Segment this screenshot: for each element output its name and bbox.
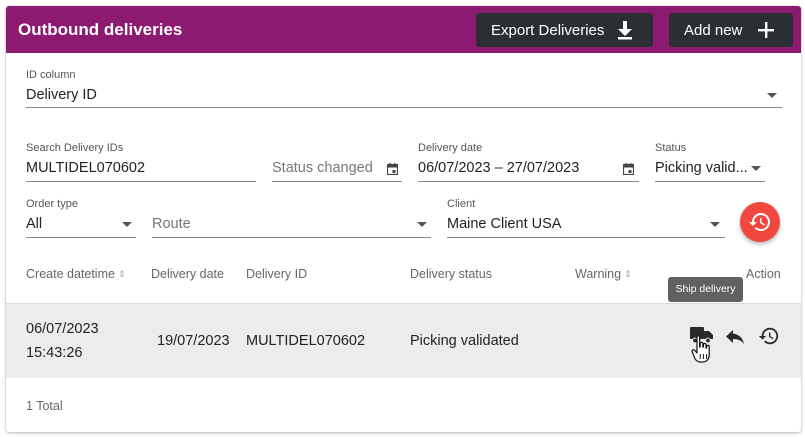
field-underline — [447, 237, 725, 238]
chevron-down-icon — [122, 222, 132, 227]
chevron-down-icon — [751, 166, 761, 171]
calendar-icon[interactable] — [623, 163, 634, 175]
chevron-down-icon — [767, 93, 777, 98]
history-icon — [749, 213, 770, 231]
calendar-icon[interactable] — [387, 163, 398, 175]
status-changed-placeholder: Status changed — [272, 160, 373, 176]
route-placeholder: Route — [152, 216, 191, 232]
plus-icon — [758, 22, 774, 38]
hand-cursor-icon — [691, 335, 710, 363]
id-column-value: Delivery ID — [26, 87, 97, 103]
page-title: Outbound deliveries — [18, 20, 183, 39]
panel-header: Outbound deliveries Export Deliveries Ad… — [6, 6, 801, 53]
export-deliveries-label: Export Deliveries — [491, 21, 605, 39]
history-icon[interactable] — [758, 325, 780, 347]
delivery-status-cell: Picking validated — [410, 333, 519, 349]
column-header-warning[interactable]: Warning ⇕ — [575, 267, 632, 281]
total-count: 1 Total — [26, 399, 63, 413]
delivery-date-label: Delivery date — [418, 142, 483, 154]
reply-icon[interactable] — [725, 329, 745, 345]
status-label: Status — [655, 142, 687, 154]
ship-delivery-tooltip: Ship delivery — [668, 277, 743, 302]
field-underline — [418, 181, 639, 182]
column-header-create-datetime[interactable]: Create datetime ⇕ — [26, 267, 125, 281]
download-icon — [618, 21, 632, 40]
field-underline — [272, 181, 402, 182]
chevron-down-icon — [710, 222, 720, 227]
client-value: Maine Client USA — [447, 216, 562, 232]
field-underline — [655, 181, 765, 182]
order-type-label: Order type — [26, 198, 78, 210]
chevron-down-icon — [417, 222, 427, 227]
delivery-date-cell: 19/07/2023 — [157, 333, 230, 349]
table-row[interactable]: 06/07/2023 15:43:26 19/07/2023 MULTIDEL0… — [6, 303, 801, 378]
search-ids-value: MULTIDEL070602 — [26, 160, 146, 176]
create-time-cell: 15:43:26 — [26, 345, 83, 361]
status-value: Picking valid... — [655, 160, 747, 176]
column-label: Create datetime — [26, 267, 115, 281]
search-ids-label: Search Delivery IDs — [26, 142, 124, 154]
column-label: Warning — [575, 267, 622, 281]
delivery-date-value: 06/07/2023 – 27/07/2023 — [418, 160, 580, 176]
sort-icon: ⇕ — [117, 269, 126, 279]
add-new-label: Add new — [684, 21, 743, 39]
field-underline — [26, 107, 782, 108]
column-header-delivery-status: Delivery status — [410, 267, 492, 281]
field-underline — [26, 237, 136, 238]
add-new-button[interactable]: Add new — [669, 13, 793, 47]
reset-filters-button[interactable] — [740, 202, 780, 242]
column-header-delivery-date: Delivery date — [151, 267, 224, 281]
delivery-id-cell: MULTIDEL070602 — [246, 333, 366, 349]
column-header-delivery-id: Delivery ID — [246, 267, 308, 281]
id-column-label: ID column — [26, 69, 76, 81]
outbound-deliveries-panel: Outbound deliveries Export Deliveries Ad… — [6, 6, 801, 432]
field-underline — [26, 181, 256, 182]
create-date-cell: 06/07/2023 — [26, 321, 99, 337]
order-type-value: All — [26, 216, 43, 232]
field-underline — [152, 237, 431, 238]
export-deliveries-button[interactable]: Export Deliveries — [476, 13, 653, 47]
client-label: Client — [447, 198, 476, 210]
column-header-action: Action — [746, 267, 781, 281]
sort-icon: ⇕ — [624, 269, 632, 279]
